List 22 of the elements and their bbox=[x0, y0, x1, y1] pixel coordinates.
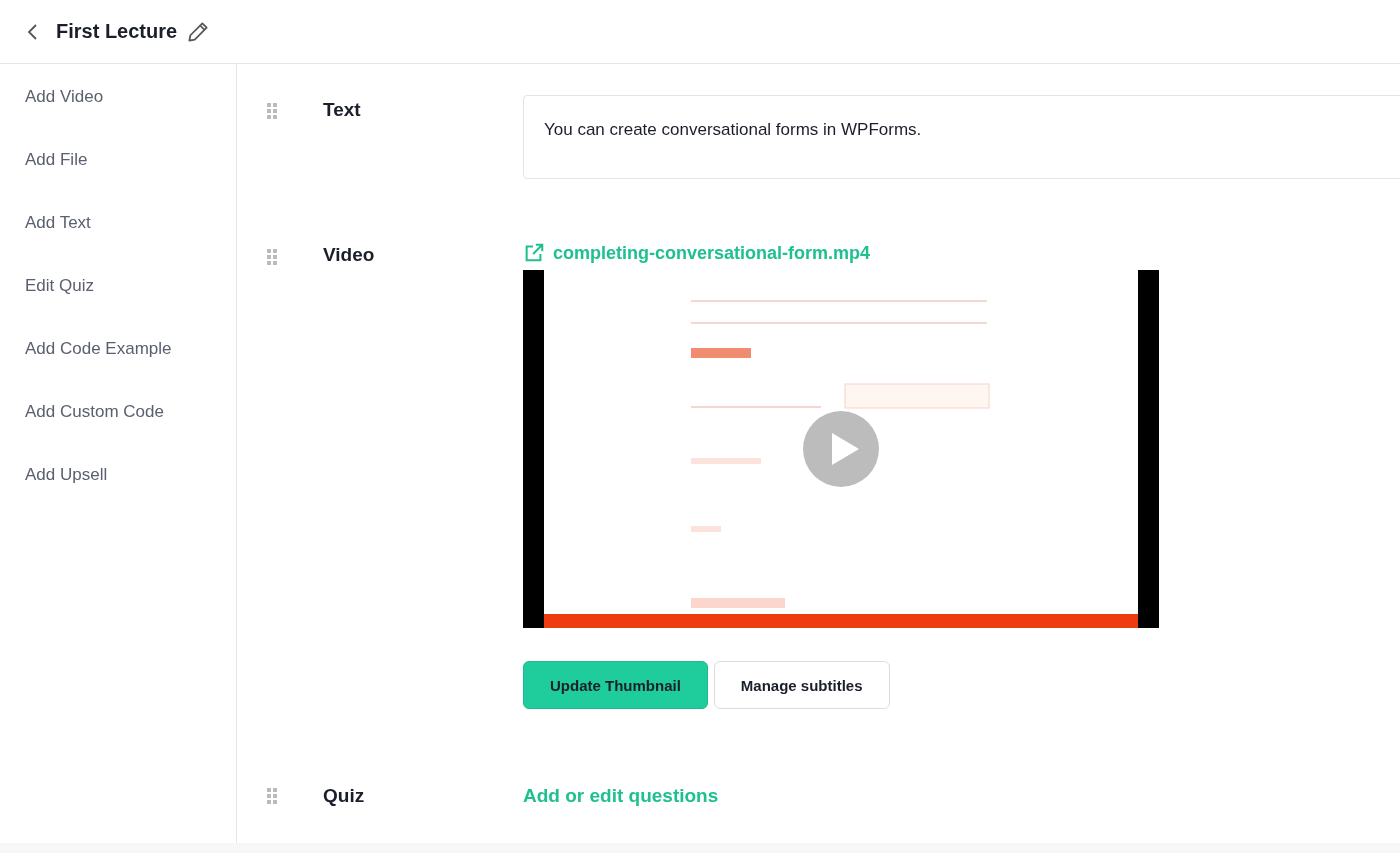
text-box[interactable]: You can create conversational forms in WPForms. bbox=[523, 95, 1400, 179]
section-label: Video bbox=[323, 244, 376, 266]
sidebar-item[interactable]: Add Upsell bbox=[0, 464, 236, 527]
sidebar-item[interactable]: Edit Quiz bbox=[0, 275, 236, 338]
sidebar-item[interactable]: Add Code Example bbox=[0, 338, 236, 401]
lecture-title: First Lecture bbox=[56, 20, 178, 43]
drag-handle-icon[interactable] bbox=[267, 249, 277, 265]
back-icon[interactable] bbox=[26, 22, 40, 41]
section-label: Quiz bbox=[323, 785, 366, 807]
update-thumbnail-button[interactable]: Update Thumbnail bbox=[523, 661, 708, 709]
sidebar-item[interactable]: Add File bbox=[0, 149, 236, 212]
drag-handle-icon[interactable] bbox=[267, 103, 277, 119]
sidebar-item[interactable]: Add Text bbox=[0, 212, 236, 275]
external-link-icon bbox=[523, 242, 545, 264]
manage-subtitles-button[interactable]: Manage subtitles bbox=[713, 661, 890, 709]
drag-handle-icon[interactable] bbox=[267, 788, 277, 804]
sidebar-item[interactable]: Add Custom Code bbox=[0, 401, 236, 464]
file-name: completing-conversational-form.mp4 bbox=[553, 242, 871, 264]
section-label: Text bbox=[323, 99, 362, 121]
text-content: You can create conversational forms in WPForms. bbox=[544, 120, 922, 139]
sidebar-item[interactable]: Add Video bbox=[0, 86, 236, 149]
play-button[interactable] bbox=[803, 411, 879, 487]
